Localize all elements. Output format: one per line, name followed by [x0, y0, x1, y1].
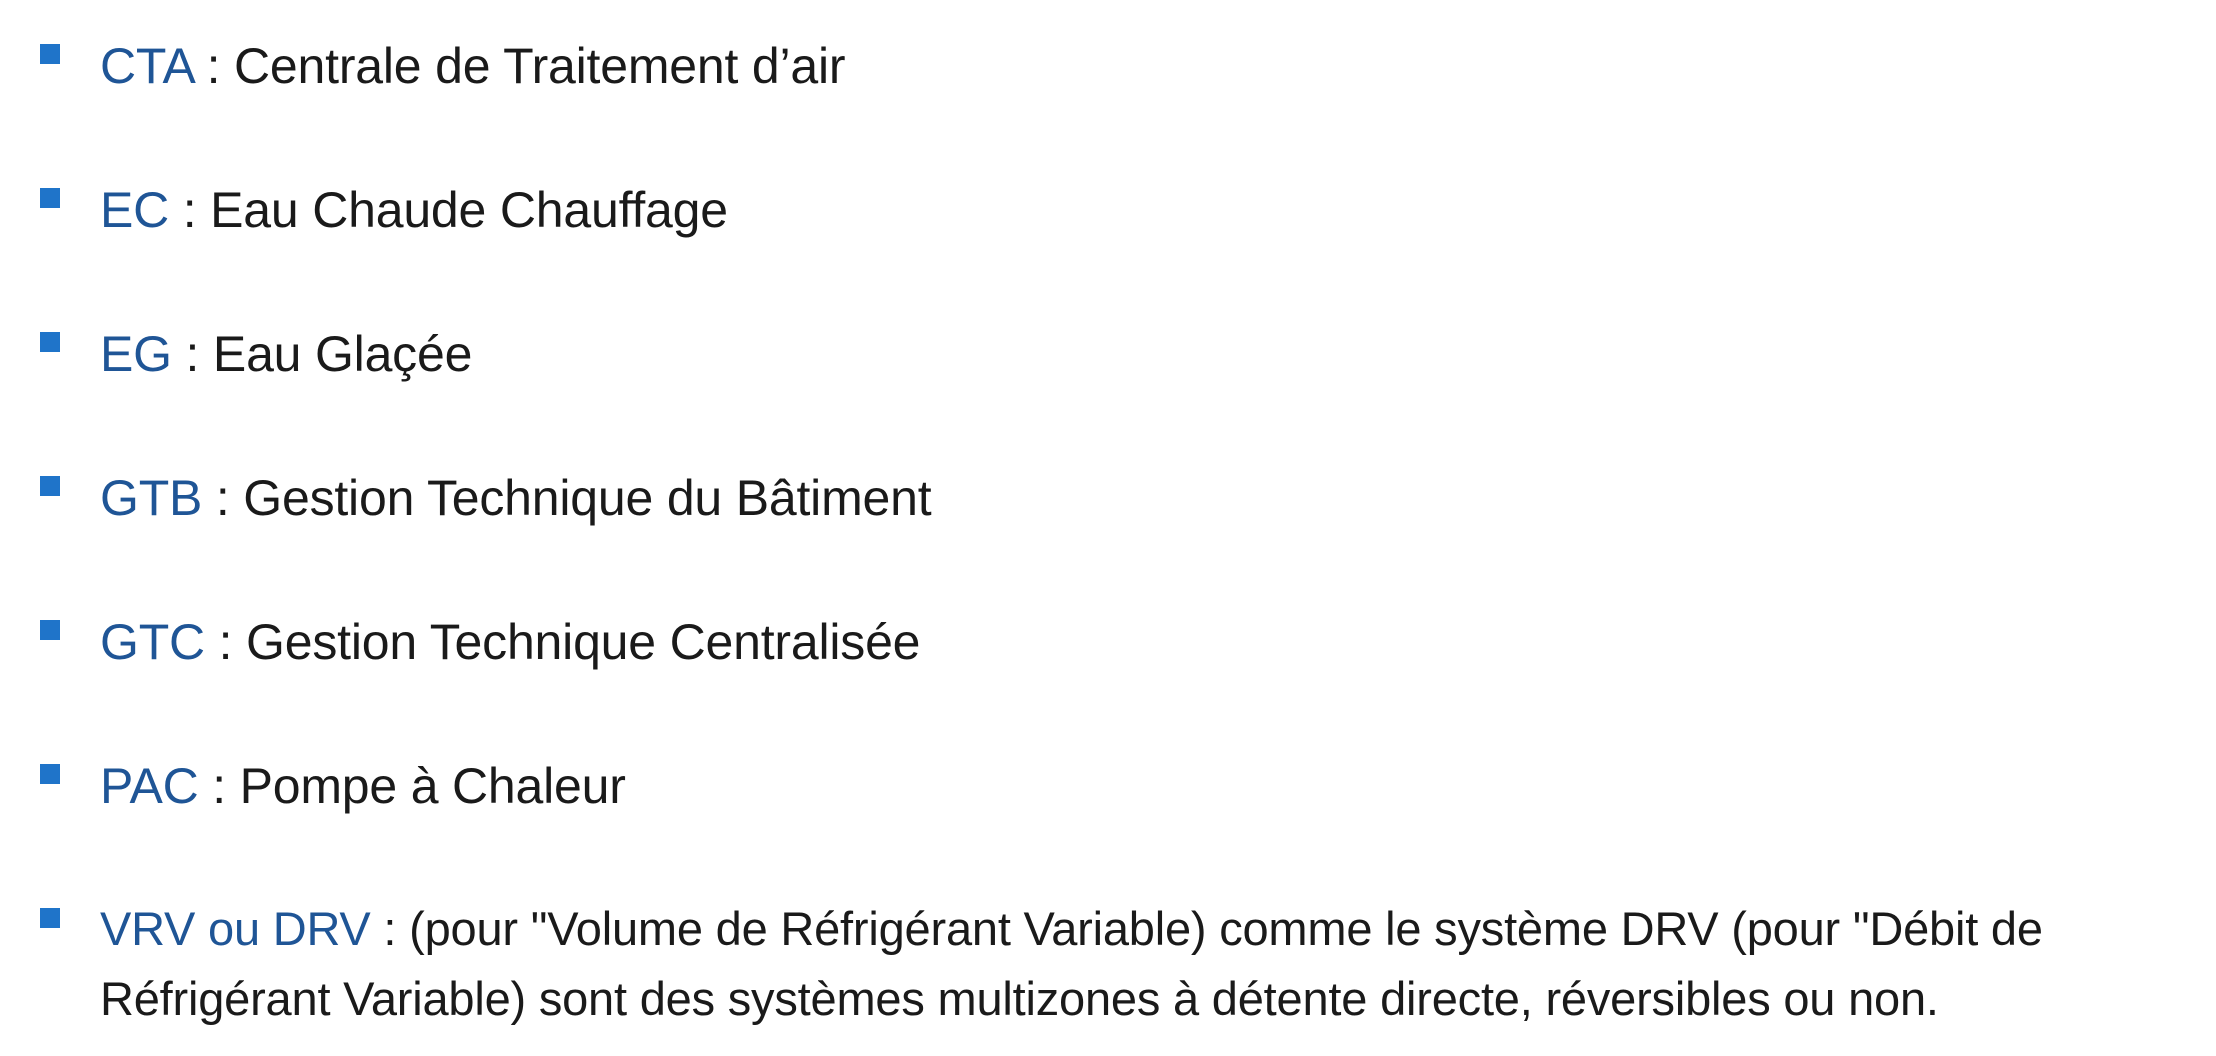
abbreviation: EC — [100, 182, 170, 238]
glossary-entry: GTC : Gestion Technique Centralisée — [100, 606, 2206, 678]
definition: Pompe à Chaleur — [239, 758, 626, 814]
abbreviation: EG — [100, 326, 172, 382]
abbreviation: PAC — [100, 758, 199, 814]
glossary-entry: PAC : Pompe à Chaleur — [100, 750, 2206, 822]
definition: Gestion Technique du Bâtiment — [243, 470, 932, 526]
square-bullet-icon — [40, 44, 60, 64]
separator: : — [171, 326, 213, 382]
separator: : — [169, 182, 211, 238]
square-bullet-icon — [40, 620, 60, 640]
separator: : — [370, 902, 410, 955]
square-bullet-icon — [40, 476, 60, 496]
definition: Eau Chaude Chauffage — [210, 182, 728, 238]
abbreviation: GTB — [100, 470, 203, 526]
separator: : — [204, 614, 247, 670]
definition: Eau Glaçée — [212, 326, 473, 382]
definition: Gestion Technique Centralisée — [246, 614, 921, 670]
glossary-entry: VRV ou DRV : (pour "Volume de Réfrigéran… — [100, 894, 2206, 1034]
square-bullet-icon — [40, 332, 60, 352]
glossary-entry: CTA : Centrale de Traitement d’air — [100, 30, 2206, 102]
glossary-entry: GTB : Gestion Technique du Bâtiment — [100, 462, 2206, 534]
abbreviation: GTC — [100, 614, 205, 670]
separator: : — [202, 470, 244, 526]
square-bullet-icon — [40, 764, 60, 784]
definition: Centrale de Traitement d’air — [234, 38, 846, 94]
square-bullet-icon — [40, 908, 60, 928]
separator: : — [192, 38, 235, 94]
abbreviation: VRV ou DRV — [100, 902, 371, 955]
glossary-entry: EG : Eau Glaçée — [100, 318, 2206, 390]
square-bullet-icon — [40, 188, 60, 208]
abbreviation: CTA — [100, 38, 193, 94]
separator: : — [198, 758, 240, 814]
glossary-page: CTA : Centrale de Traitement d’air EC : … — [0, 0, 2216, 1056]
glossary-entry: EC : Eau Chaude Chauffage — [100, 174, 2206, 246]
